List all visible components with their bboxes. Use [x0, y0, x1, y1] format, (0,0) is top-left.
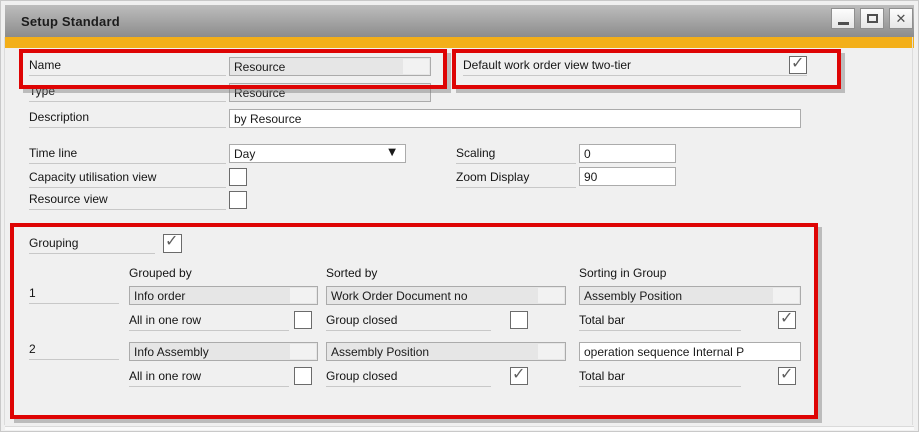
row2-index-label: 2 [29, 342, 119, 360]
row2-total-bar-checkbox[interactable]: ✓ [778, 367, 796, 385]
setup-standard-dialog: Setup Standard ✕ Name Resource Default w… [0, 0, 919, 432]
row1-grouped-by-field[interactable]: Info order [129, 286, 318, 305]
close-button[interactable]: ✕ [889, 8, 913, 29]
row1-sorting-in-group-value: Assembly Position [584, 288, 682, 304]
check-icon: ✓ [165, 231, 178, 250]
timeline-label: Time line [29, 146, 226, 164]
description-label: Description [29, 110, 226, 128]
field-button-cap [538, 288, 564, 303]
row1-sorted-by-value: Work Order Document no [331, 288, 468, 304]
row1-group-closed-label: Group closed [326, 313, 491, 331]
row1-index-label: 1 [29, 286, 119, 304]
row2-group-closed-label: Group closed [326, 369, 491, 387]
window-right-border [912, 37, 913, 425]
scaling-label: Scaling [456, 146, 576, 164]
row1-sorting-in-group-field[interactable]: Assembly Position [579, 286, 801, 305]
zoom-display-field[interactable]: 90 [579, 167, 676, 186]
window-bottom-edge [5, 426, 914, 430]
row2-group-closed-checkbox[interactable]: ✓ [510, 367, 528, 385]
chevron-down-icon: ▼ [388, 147, 396, 158]
check-icon: ✓ [780, 308, 793, 327]
row2-total-bar-label: Total bar [579, 369, 741, 387]
description-value: by Resource [234, 111, 301, 127]
grouping-checkbox[interactable]: ✓ [163, 234, 182, 253]
row2-sorting-in-group-value: operation sequence Internal P [584, 344, 744, 360]
row1-total-bar-label: Total bar [579, 313, 741, 331]
type-field[interactable]: Resource [229, 83, 431, 102]
timeline-value: Day [234, 146, 255, 162]
minimize-icon [838, 22, 849, 25]
name-label: Name [29, 58, 226, 76]
row1-sorted-by-field[interactable]: Work Order Document no [326, 286, 566, 305]
check-icon: ✓ [791, 53, 804, 72]
row1-group-closed-checkbox[interactable]: ✓ [510, 311, 528, 329]
capacity-utilisation-checkbox[interactable]: ✓ [229, 168, 247, 186]
row1-total-bar-checkbox[interactable]: ✓ [778, 311, 796, 329]
header-sorting-in-group: Sorting in Group [579, 266, 759, 284]
default-two-tier-checkbox[interactable]: ✓ [789, 56, 807, 74]
minimize-button[interactable] [831, 8, 855, 29]
name-field[interactable]: Resource [229, 57, 431, 76]
close-icon: ✕ [896, 11, 907, 26]
row2-all-in-one-row-checkbox[interactable]: ✓ [294, 367, 312, 385]
header-grouped-by: Grouped by [129, 266, 309, 284]
default-two-tier-label: Default work order view two-tier [463, 58, 807, 76]
row2-grouped-by-field[interactable]: Info Assembly [129, 342, 318, 361]
description-field[interactable]: by Resource [229, 109, 801, 128]
titlebar-accent-bar [5, 37, 914, 48]
window-controls: ✕ [831, 8, 913, 29]
field-button-cap [290, 288, 316, 303]
row1-all-in-one-row-label: All in one row [129, 313, 289, 331]
window-title: Setup Standard [21, 14, 120, 29]
row2-grouped-by-value: Info Assembly [134, 344, 209, 360]
scaling-value: 0 [584, 146, 591, 162]
timeline-dropdown[interactable]: Day ▼ [229, 144, 406, 163]
maximize-icon [867, 14, 878, 23]
type-label: Type [29, 84, 226, 102]
maximize-button[interactable] [860, 8, 884, 29]
field-button-cap [403, 59, 429, 74]
zoom-display-value: 90 [584, 169, 597, 185]
zoom-display-label: Zoom Display [456, 170, 576, 188]
field-button-cap [538, 344, 564, 359]
row1-all-in-one-row-checkbox[interactable]: ✓ [294, 311, 312, 329]
resource-view-checkbox[interactable]: ✓ [229, 191, 247, 209]
row2-sorting-in-group-field[interactable]: operation sequence Internal P [579, 342, 801, 361]
row2-sorted-by-value: Assembly Position [331, 344, 429, 360]
field-button-cap [290, 344, 316, 359]
header-sorted-by: Sorted by [326, 266, 506, 284]
field-button-cap [773, 288, 799, 303]
title-bar: Setup Standard [5, 5, 914, 37]
check-icon: ✓ [780, 364, 793, 383]
scaling-field[interactable]: 0 [579, 144, 676, 163]
row1-grouped-by-value: Info order [134, 288, 185, 304]
row2-all-in-one-row-label: All in one row [129, 369, 289, 387]
row2-sorted-by-field[interactable]: Assembly Position [326, 342, 566, 361]
resource-view-label: Resource view [29, 192, 226, 210]
window-left-border [4, 37, 5, 425]
capacity-utilisation-label: Capacity utilisation view [29, 170, 226, 188]
type-value: Resource [234, 85, 285, 101]
name-value: Resource [234, 59, 285, 75]
grouping-label: Grouping [29, 236, 155, 254]
check-icon: ✓ [512, 364, 525, 383]
